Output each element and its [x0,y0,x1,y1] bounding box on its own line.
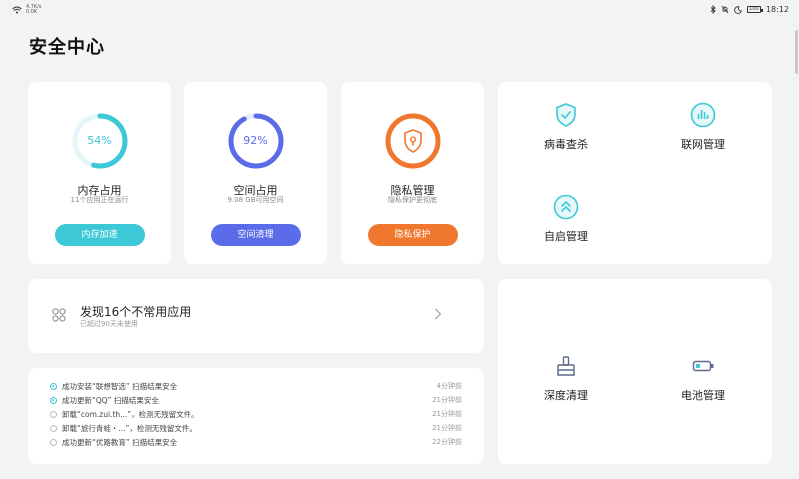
log-text: 成功更新“QQ” 扫描结果安全 [62,396,159,405]
storage-subtitle: 9.08 GB可用空间 [227,196,284,204]
autostart-manage-label: 自启管理 [544,230,588,243]
unused-apps-title: 发现16个不常用应用 [80,305,192,319]
memory-percent: 54% [87,134,112,147]
log-time: 21分钟前 [432,424,462,432]
virus-scan-label: 病毒查杀 [544,138,588,151]
storage-card: 92% 空间占用 9.08 GB可用空间 空间清理 [184,82,327,264]
memory-ring: 54% [71,112,129,170]
storage-ring: 92% [227,112,285,170]
log-text: 卸载“com.zui.th...”，检测无残留文件。 [62,410,199,419]
autostart-manage-tool[interactable]: 自启管理 [516,194,616,244]
broom-icon [553,353,579,379]
shield-lock-icon [403,129,422,153]
status-left: 4.7K/s 0.0K [12,5,42,15]
status-bar: 4.7K/s 0.0K 100 18:12 [0,0,799,22]
page-title: 安全中心 [29,37,105,58]
storage-clean-button[interactable]: 空间清理 [210,224,301,246]
bluetooth-icon [710,5,716,14]
privacy-card: 隐私管理 隐私保护更彻底 隐私保护 [341,82,484,264]
log-time: 22分钟前 [432,438,462,446]
log-status-icon [50,425,57,432]
battery-icon: 100 [746,6,763,13]
status-time: 18:12 [765,5,789,14]
battery-manage-label: 电池管理 [681,389,725,402]
log-item: 成功更新“QQ” 扫描结果安全 21分钟前 [50,394,462,408]
network-speed-sub: 0.0K [26,9,38,15]
log-text: 成功安装“联想智选” 扫描结果安全 [62,382,178,391]
unused-apps-card[interactable]: 发现16个不常用应用 已超过90天未使用 [28,279,484,353]
memory-boost-button[interactable]: 内存加速 [54,224,145,246]
storage-percent: 92% [243,134,268,147]
log-item: 卸载“旅行青蛙・...”，检测无残留文件。 21分钟前 [50,422,462,436]
log-status-icon [50,439,57,446]
battery-outline-icon [690,353,716,379]
memory-subtitle: 11个应用正在运行 [70,196,129,204]
privacy-subtitle: 隐私保护更彻底 [388,196,437,204]
log-item: 卸载“com.zui.th...”，检测无残留文件。 21分钟前 [50,408,462,422]
scrollbar[interactable] [795,30,798,74]
deep-clean-label: 深度清理 [544,389,588,402]
battery-manage-tool[interactable]: 电池管理 [653,353,753,403]
memory-card: 54% 内存占用 11个应用正在运行 内存加速 [28,82,171,264]
network-speed: 4.7K/s 0.0K [26,5,42,15]
network-manage-label: 联网管理 [681,138,725,151]
status-right: 100 18:12 [710,5,789,14]
log-text: 卸载“旅行青蛙・...”，检测无残留文件。 [62,424,197,433]
autostart-icon [553,194,579,220]
tools-card-top: 病毒查杀 联网管理 自启管理 [498,82,772,264]
activity-log-card: 成功安装“联想智选” 扫描结果安全 4分钟前 成功更新“QQ” 扫描结果安全 2… [28,368,484,464]
shield-check-icon [553,102,579,128]
log-status-icon [50,411,57,418]
wifi-icon [12,6,22,14]
log-time: 21分钟前 [432,396,462,404]
privacy-ring [384,112,442,170]
network-manage-tool[interactable]: 联网管理 [653,102,753,152]
log-status-icon [50,383,57,390]
virus-scan-tool[interactable]: 病毒查杀 [516,102,616,152]
bell-off-icon [721,5,729,14]
tools-card-bottom: 深度清理 电池管理 [498,279,772,464]
unused-apps-subtitle: 已超过90天未使用 [80,320,138,328]
privacy-protect-button[interactable]: 隐私保护 [367,224,458,246]
log-item: 成功安装“联想智选” 扫描结果安全 4分钟前 [50,380,462,394]
chevron-right-icon[interactable] [434,307,442,321]
log-item: 成功更新“优路教育” 扫描结果安全 22分钟前 [50,436,462,450]
app-grid-icon [52,308,66,322]
log-time: 21分钟前 [432,410,462,418]
deep-clean-tool[interactable]: 深度清理 [516,353,616,403]
network-bars-icon [690,102,716,128]
moon-icon [734,5,742,14]
log-text: 成功更新“优路教育” 扫描结果安全 [62,438,178,447]
log-status-icon [50,397,57,404]
log-time: 4分钟前 [436,382,462,390]
